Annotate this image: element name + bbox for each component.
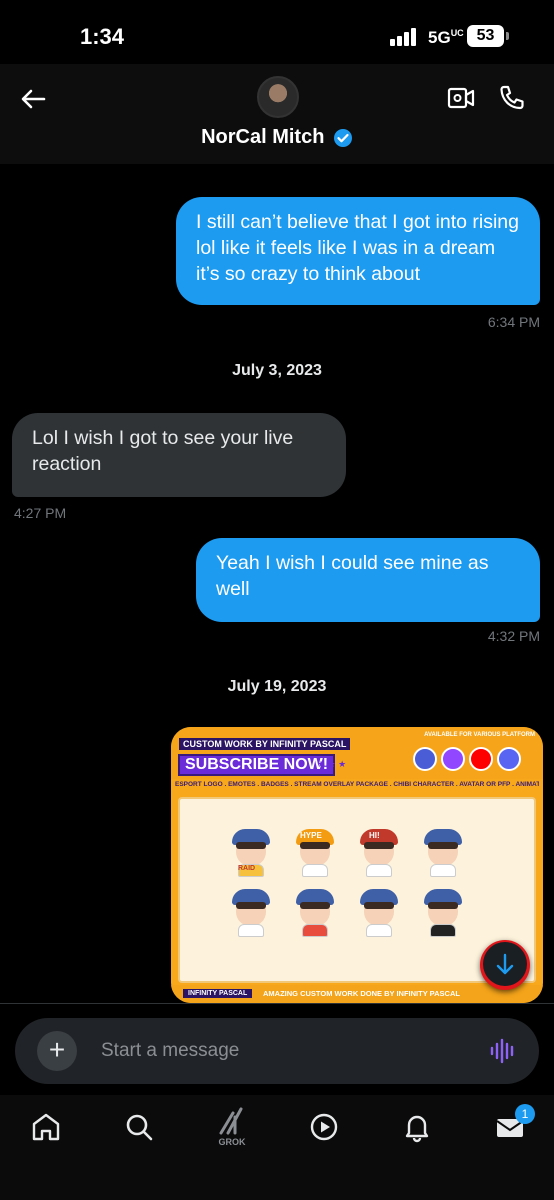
arrow-down-icon (496, 953, 514, 975)
platform-g-icon (413, 747, 437, 771)
video-call-icon[interactable] (447, 86, 475, 110)
star-icons: ★ ★ ★ (317, 759, 347, 769)
composer-area: + (0, 1003, 554, 1095)
status-time: 1:34 (80, 24, 125, 49)
emote-peace (228, 889, 274, 937)
home-icon[interactable] (28, 1109, 64, 1145)
grok-label: GROK (218, 1137, 246, 1147)
emote-love (292, 889, 338, 937)
message-composer: + (15, 1018, 539, 1084)
voice-message-icon[interactable] (489, 1038, 517, 1064)
battery-nub (506, 32, 509, 40)
image-topbar: CUSTOM WORK BY INFINITY PASCAL SUBSCRIBE… (171, 727, 543, 779)
outgoing-message[interactable]: I still can’t believe that I got into ri… (176, 197, 540, 305)
phone-call-icon[interactable] (498, 84, 526, 112)
emote-cry (420, 829, 466, 877)
image-available-text: AVAILABLE FOR VARIOUS PLATFORM (424, 732, 535, 738)
emote-raid: RAID (228, 829, 274, 877)
image-header-text: CUSTOM WORK BY INFINITY PASCAL (179, 738, 351, 750)
message-input[interactable] (101, 1036, 461, 1066)
search-icon[interactable] (121, 1109, 157, 1145)
date-separator: July 19, 2023 (227, 678, 327, 695)
emote-hi: HI! (356, 829, 402, 877)
image-subscribe-text: SUBSCRIBE NOW! (178, 754, 336, 776)
verified-badge-icon (333, 128, 352, 147)
twitch-icon (441, 747, 465, 771)
youtube-icon (469, 747, 493, 771)
messages-badge: 1 (515, 1104, 535, 1124)
date-separator: July 3, 2023 (232, 362, 322, 379)
outgoing-message[interactable]: Yeah I wish I could see mine as well (196, 538, 540, 622)
emote-wave (356, 889, 402, 937)
emote-cool (420, 889, 466, 937)
cellular-signal-icon (390, 28, 420, 46)
notifications-bell-icon[interactable] (399, 1109, 435, 1145)
contact-name-row[interactable]: NorCal Mitch (0, 126, 554, 149)
emote-hype: HYPE (292, 829, 338, 877)
battery-icon: 53 (467, 25, 504, 47)
image-footer-text: AMAZING CUSTOM WORK DONE BY INFINITY PAS… (263, 989, 460, 998)
bottom-navigation: GROK 1 (0, 1095, 554, 1200)
contact-name: NorCal Mitch (201, 126, 325, 148)
message-timestamp: 6:34 PM (487, 314, 540, 330)
network-type: 5GUC (428, 28, 464, 47)
image-footer: INFINITY PASCAL AMAZING CUSTOM WORK DONE… (171, 985, 543, 1003)
grok-icon[interactable] (215, 1103, 249, 1137)
back-arrow-icon[interactable] (18, 84, 48, 114)
video-play-icon[interactable] (306, 1109, 342, 1145)
discord-icon (497, 747, 521, 771)
image-services-text: ESPORT LOGO . EMOTES . BADGES . STREAM O… (175, 781, 539, 788)
image-footer-brand: INFINITY PASCAL (183, 989, 253, 998)
contact-avatar[interactable] (257, 76, 299, 118)
scroll-to-bottom-button[interactable] (480, 940, 530, 990)
incoming-message[interactable]: Lol I wish I got to see your live reacti… (12, 413, 346, 497)
status-bar: 1:34 5GUC 53 (0, 0, 554, 64)
add-attachment-button[interactable]: + (37, 1031, 77, 1071)
conversation-header: NorCal Mitch (0, 64, 554, 164)
message-timestamp: 4:27 PM (14, 505, 67, 521)
message-timestamp: 4:32 PM (487, 628, 540, 644)
